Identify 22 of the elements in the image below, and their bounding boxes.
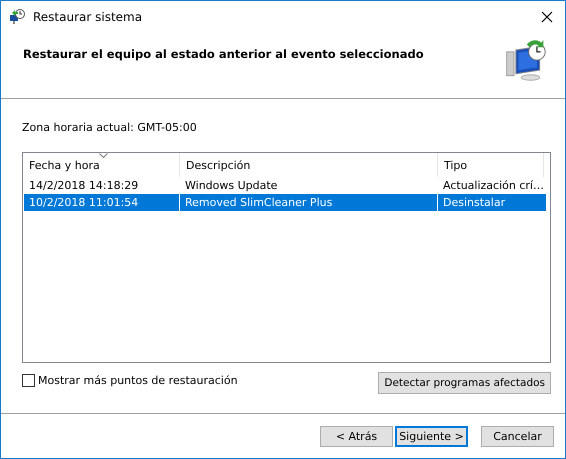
close-icon[interactable] bbox=[541, 11, 553, 23]
column-header[interactable]: Fecha y hora bbox=[23, 153, 180, 177]
header-heading: Restaurar el equipo al estado anterior al evento seleccionado bbox=[23, 47, 424, 61]
table-row[interactable]: 10/2/2018 11:01:54 Removed SlimCleaner Plus Desinstalar bbox=[24, 194, 546, 211]
table-cell-text: Actualización crí… bbox=[442, 178, 544, 194]
column-header[interactable]: Tipo bbox=[438, 153, 544, 177]
column-header[interactable]: Descripción bbox=[180, 153, 438, 177]
timezone-label: Zona horaria actual: GMT-05:00 bbox=[22, 121, 198, 135]
wizard-button[interactable]: < Atrás bbox=[320, 426, 393, 446]
table-cell-text: Desinstalar bbox=[442, 195, 506, 211]
table-cell: Removed SlimCleaner Plus bbox=[180, 194, 438, 211]
table-cell: 10/2/2018 11:01:54 bbox=[24, 194, 180, 211]
table-cell-text: Windows Update bbox=[184, 178, 278, 194]
table-row[interactable]: 14/2/2018 14:18:29 Windows Update Actualización crí… bbox=[24, 177, 546, 194]
wizard-button[interactable]: Cancelar bbox=[481, 426, 554, 446]
table-cell-text: 14/2/2018 14:18:29 bbox=[28, 178, 140, 194]
window-title: Restaurar sistema bbox=[33, 10, 144, 24]
restore-computer-icon bbox=[503, 39, 547, 83]
show-more-checkbox[interactable]: Mostrar más puntos de restauración bbox=[22, 374, 238, 387]
detect-programs-button[interactable]: Detectar programas afectados bbox=[378, 372, 551, 394]
wizard-button[interactable]: Siguiente > bbox=[395, 426, 468, 446]
restore-icon bbox=[9, 9, 25, 25]
